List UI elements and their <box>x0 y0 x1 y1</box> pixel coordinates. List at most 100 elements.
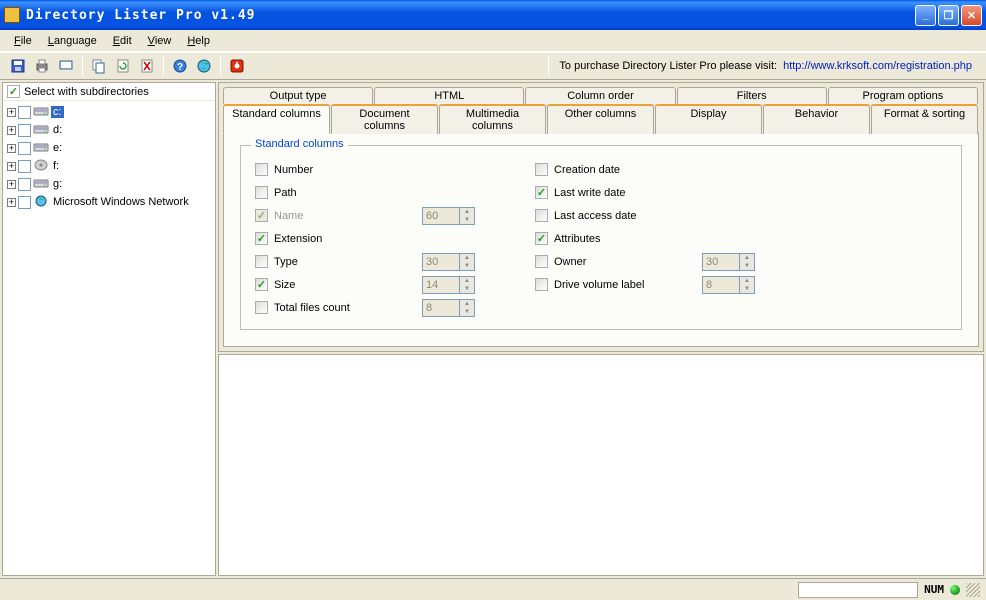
spin-up-icon[interactable]: ▲ <box>740 277 754 285</box>
owner-spin-input[interactable] <box>702 253 740 271</box>
volume-checkbox[interactable] <box>535 278 548 291</box>
tree-checkbox[interactable] <box>18 106 31 119</box>
select-subdirs-checkbox[interactable] <box>7 85 20 98</box>
tab-column-order[interactable]: Column order <box>525 87 675 104</box>
refresh-icon[interactable] <box>112 55 134 77</box>
name-spinner[interactable]: ▲▼ <box>422 207 475 225</box>
tab-format-sorting[interactable]: Format & sorting <box>871 104 978 134</box>
spin-down-icon[interactable]: ▼ <box>460 262 474 270</box>
expand-icon[interactable]: + <box>7 180 16 189</box>
expand-icon[interactable]: + <box>7 144 16 153</box>
field-extension: Extension <box>255 227 475 250</box>
tab-html[interactable]: HTML <box>374 87 524 104</box>
tree-item-e[interactable]: + e: <box>7 139 211 157</box>
title-bar: Directory Lister Pro v1.49 _ ❐ ✕ <box>0 0 986 30</box>
expand-icon[interactable]: + <box>7 162 16 171</box>
type-spin-input[interactable] <box>422 253 460 271</box>
maximize-button[interactable]: ❐ <box>938 5 959 26</box>
spin-down-icon[interactable]: ▼ <box>740 285 754 293</box>
tab-document-columns[interactable]: Document columns <box>331 104 438 134</box>
tree-label[interactable]: g: <box>51 178 64 190</box>
total-spin-input[interactable] <box>422 299 460 317</box>
spin-down-icon[interactable]: ▼ <box>460 285 474 293</box>
tree-checkbox[interactable] <box>18 142 31 155</box>
attributes-checkbox[interactable] <box>535 232 548 245</box>
tree-label[interactable]: f: <box>51 160 61 172</box>
stop-icon[interactable] <box>226 55 248 77</box>
spin-down-icon[interactable]: ▼ <box>460 308 474 316</box>
spin-up-icon[interactable]: ▲ <box>460 208 474 216</box>
tree-item-g[interactable]: + g: <box>7 175 211 193</box>
extension-checkbox[interactable] <box>255 232 268 245</box>
spin-down-icon[interactable]: ▼ <box>740 262 754 270</box>
fieldset-legend: Standard columns <box>251 138 348 150</box>
tab-output-type[interactable]: Output type <box>223 87 373 104</box>
size-checkbox[interactable] <box>255 278 268 291</box>
delete-icon[interactable] <box>136 55 158 77</box>
spin-down-icon[interactable]: ▼ <box>460 216 474 224</box>
tree-checkbox[interactable] <box>18 178 31 191</box>
expand-icon[interactable]: + <box>7 198 16 207</box>
type-spinner[interactable]: ▲▼ <box>422 253 475 271</box>
globe-icon[interactable] <box>193 55 215 77</box>
path-checkbox[interactable] <box>255 186 268 199</box>
tree-checkbox[interactable] <box>18 196 31 209</box>
owner-spinner[interactable]: ▲▼ <box>702 253 755 271</box>
type-checkbox[interactable] <box>255 255 268 268</box>
menu-edit[interactable]: Edit <box>105 33 140 49</box>
owner-checkbox[interactable] <box>535 255 548 268</box>
name-spin-input[interactable] <box>422 207 460 225</box>
tree-checkbox[interactable] <box>18 160 31 173</box>
tree-label[interactable]: Microsoft Windows Network <box>51 196 191 208</box>
tab-other-columns[interactable]: Other columns <box>547 104 654 134</box>
lastwrite-checkbox[interactable] <box>535 186 548 199</box>
menu-help[interactable]: Help <box>179 33 218 49</box>
toolbar: ? To purchase Directory Lister Pro pleas… <box>0 52 986 80</box>
expand-icon[interactable]: + <box>7 126 16 135</box>
purchase-link[interactable]: http://www.krksoft.com/registration.php <box>783 60 972 72</box>
creation-checkbox[interactable] <box>535 163 548 176</box>
lastaccess-checkbox[interactable] <box>535 209 548 222</box>
field-lastaccess: Last access date <box>535 204 755 227</box>
size-spinner[interactable]: ▲▼ <box>422 276 475 294</box>
close-button[interactable]: ✕ <box>961 5 982 26</box>
number-checkbox[interactable] <box>255 163 268 176</box>
spin-up-icon[interactable]: ▲ <box>740 254 754 262</box>
menu-language[interactable]: Language <box>40 33 105 49</box>
spin-up-icon[interactable]: ▲ <box>460 277 474 285</box>
menu-file[interactable]: File <box>6 33 40 49</box>
tree-item-MicrosoftWindowsNetwork[interactable]: + Microsoft Windows Network <box>7 193 211 211</box>
tab-behavior[interactable]: Behavior <box>763 104 870 134</box>
spin-up-icon[interactable]: ▲ <box>460 254 474 262</box>
resize-grip[interactable] <box>966 583 980 597</box>
help-icon[interactable]: ? <box>169 55 191 77</box>
tree-item-f[interactable]: + f: <box>7 157 211 175</box>
total-spinner[interactable]: ▲▼ <box>422 299 475 317</box>
volume-spin-input[interactable] <box>702 276 740 294</box>
tab-filters[interactable]: Filters <box>677 87 827 104</box>
tab-standard-columns[interactable]: Standard columns <box>223 104 330 134</box>
spin-up-icon[interactable]: ▲ <box>460 300 474 308</box>
tab-multimedia-columns[interactable]: Multimedia columns <box>439 104 546 134</box>
attributes-label: Attributes <box>554 233 600 245</box>
total-checkbox[interactable] <box>255 301 268 314</box>
minimize-button[interactable]: _ <box>915 5 936 26</box>
expand-icon[interactable]: + <box>7 108 16 117</box>
tab-program-options[interactable]: Program options <box>828 87 978 104</box>
print-icon[interactable] <box>31 55 53 77</box>
field-volume: Drive volume label▲▼ <box>535 273 755 296</box>
purchase-text: To purchase Directory Lister Pro please … <box>559 60 777 72</box>
copy-icon[interactable] <box>88 55 110 77</box>
tab-display[interactable]: Display <box>655 104 762 134</box>
tree-checkbox[interactable] <box>18 124 31 137</box>
tree-label[interactable]: e: <box>51 142 64 154</box>
save-icon[interactable] <box>7 55 29 77</box>
size-spin-input[interactable] <box>422 276 460 294</box>
tree-label[interactable]: c: <box>51 106 64 118</box>
tree-label[interactable]: d: <box>51 124 64 136</box>
volume-spinner[interactable]: ▲▼ <box>702 276 755 294</box>
tree-item-c[interactable]: + c: <box>7 103 211 121</box>
tree-item-d[interactable]: + d: <box>7 121 211 139</box>
preview-icon[interactable] <box>55 55 77 77</box>
menu-view[interactable]: View <box>140 33 180 49</box>
